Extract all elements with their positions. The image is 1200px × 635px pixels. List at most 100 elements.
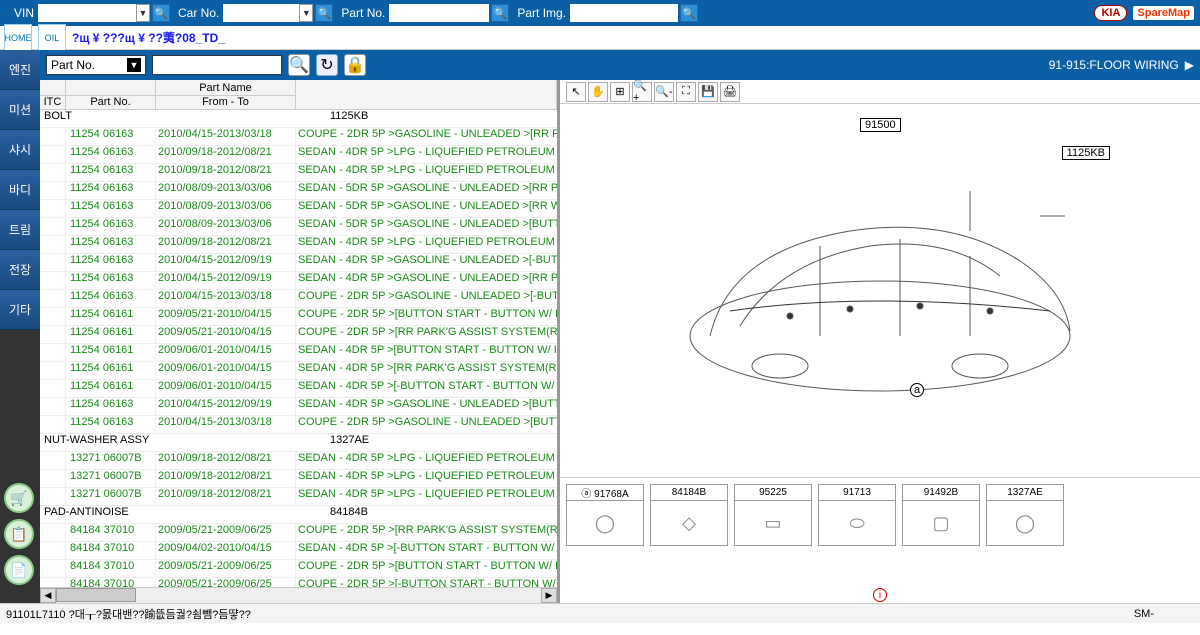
home-icon[interactable]: HOME — [4, 24, 32, 52]
table-body[interactable]: BOLT1125KB11254 061632010/04/15-2013/03/… — [40, 110, 557, 587]
table-row[interactable]: 84184 370102009/05/21-2009/06/25COUPE - … — [40, 560, 557, 578]
cart-icon[interactable]: 🛒 — [4, 483, 34, 513]
thumbnail[interactable]: 1327AE◯ — [986, 484, 1064, 546]
oil-icon[interactable]: OIL — [38, 24, 66, 52]
table-row[interactable]: 84184 370102009/05/21-2009/06/25COUPE - … — [40, 578, 557, 587]
table-row[interactable]: 11254 061632010/08/09-2013/03/06SEDAN - … — [40, 200, 557, 218]
sidebar-tab[interactable]: 바디 — [0, 170, 40, 210]
sidebar-tab[interactable]: 샤시 — [0, 130, 40, 170]
scroll-right-icon[interactable]: ▶ — [541, 588, 557, 603]
table-row[interactable]: 84184 370102009/05/21-2009/06/25COUPE - … — [40, 524, 557, 542]
thumbnail[interactable]: 91713⬭ — [818, 484, 896, 546]
vin-label: VIN — [14, 6, 34, 20]
vin-input[interactable] — [38, 4, 136, 22]
sidebar-tab[interactable]: 전장 — [0, 250, 40, 290]
zoom-area-icon[interactable]: ⊞ — [610, 82, 630, 102]
vin-dropdown-icon[interactable]: ▼ — [136, 4, 150, 22]
table-row[interactable]: 11254 061612009/05/21-2010/04/15COUPE - … — [40, 326, 557, 344]
carno-dropdown-icon[interactable]: ▼ — [299, 4, 313, 22]
status-bar: 91101L7110 ?대┰?몴대밴??踰뜺듬궗?쇰뺌?듬떃?? SM- — [0, 603, 1200, 623]
thumbnail[interactable]: 95225▭ — [734, 484, 812, 546]
table-group-row[interactable]: PAD-ANTINOISE84184B — [40, 506, 557, 524]
table-row[interactable]: 11254 061632010/09/18-2012/08/21SEDAN - … — [40, 146, 557, 164]
status-text: 91101L7110 ?대┰?몴대밴??踰뜺듬궗?쇰뺌?듬떃?? — [6, 606, 251, 622]
callout-a: a — [910, 383, 924, 397]
top-search-bar: VIN ▼ 🔍 Car No. ▼ 🔍 Part No. 🔍 Part Img.… — [0, 0, 1200, 26]
table-row[interactable]: 11254 061632010/09/18-2012/08/21SEDAN - … — [40, 164, 557, 182]
carno-label: Car No. — [178, 6, 219, 20]
partno-dropdown-label: Part No. — [51, 58, 95, 72]
breadcrumb-text: ?щ ¥ ???щ ¥ ??荑?08_TD_ — [72, 29, 225, 46]
table-row[interactable]: 11254 061632010/08/09-2013/03/06SEDAN - … — [40, 182, 557, 200]
carno-search-icon[interactable]: 🔍 — [315, 4, 333, 22]
partimg-label: Part Img. — [517, 6, 566, 20]
table-row[interactable]: 11254 061632010/04/15-2013/03/18COUPE - … — [40, 128, 557, 146]
table-row[interactable]: 11254 061632010/04/15-2013/03/18COUPE - … — [40, 416, 557, 434]
table-group-row[interactable]: BOLT1125KB — [40, 110, 557, 128]
sparemap-logo: SpareMap — [1133, 6, 1194, 20]
table-header: ITC Part No. Part NameFrom - To — [40, 80, 557, 110]
sidebar-tab[interactable]: 엔진 — [0, 50, 40, 90]
parts-search-input[interactable] — [152, 55, 282, 75]
vin-search-icon[interactable]: 🔍 — [152, 4, 170, 22]
refresh-button[interactable]: ↻ — [316, 54, 338, 76]
car-illustration — [670, 161, 1090, 421]
thumbnail[interactable]: ⓐ 91768A◯ — [566, 484, 644, 546]
table-row[interactable]: 11254 061632010/04/15-2012/09/19SEDAN - … — [40, 272, 557, 290]
partno-dropdown[interactable]: Part No. ▼ — [46, 55, 146, 75]
table-row[interactable]: 13271 06007B2010/09/18-2012/08/21SEDAN -… — [40, 470, 557, 488]
partno-input[interactable] — [389, 4, 489, 22]
table-row[interactable]: 11254 061632010/04/15-2013/03/18COUPE - … — [40, 290, 557, 308]
parts-toolbar: Part No. ▼ 🔍 ↻ 🔒 91-915:FLOOR WIRING ▶ — [40, 50, 1200, 80]
next-icon[interactable]: ▶ — [1185, 58, 1194, 72]
info-icon[interactable]: i — [873, 588, 887, 602]
list-icon[interactable]: 📋 — [4, 519, 34, 549]
table-row[interactable]: 11254 061632010/08/09-2013/03/06SEDAN - … — [40, 218, 557, 236]
zoom-out-icon[interactable]: 🔍- — [654, 82, 674, 102]
callout-91500: 91500 — [860, 118, 901, 132]
diagram-title: 91-915:FLOOR WIRING — [1049, 58, 1179, 72]
table-row[interactable]: 11254 061612009/06/01-2010/04/15SEDAN - … — [40, 344, 557, 362]
table-group-row[interactable]: NUT-WASHER ASSY1327AE — [40, 434, 557, 452]
print-icon[interactable]: 🖨 — [720, 82, 740, 102]
search-button[interactable]: 🔍 — [288, 54, 310, 76]
table-row[interactable]: 11254 061632010/04/15-2012/09/19SEDAN - … — [40, 398, 557, 416]
wiring-diagram[interactable]: 91500 1125KB a — [560, 104, 1200, 477]
table-row[interactable]: 11254 061632010/09/18-2012/08/21SEDAN - … — [40, 236, 557, 254]
thumbnail[interactable]: 84184B◇ — [650, 484, 728, 546]
fit-icon[interactable]: ⛶ — [676, 82, 696, 102]
sidebar-tab[interactable]: 기타 — [0, 290, 40, 330]
kia-logo: KIA — [1094, 5, 1127, 21]
table-row[interactable]: 84184 370102009/04/02-2010/04/15SEDAN - … — [40, 542, 557, 560]
sidebar-tab[interactable]: 미션 — [0, 90, 40, 130]
col-partname: Part Name — [156, 81, 295, 96]
doc-icon[interactable]: 📄 — [4, 555, 34, 585]
table-row[interactable]: 11254 061612009/06/01-2010/04/15SEDAN - … — [40, 380, 557, 398]
thumbnail[interactable]: 91492B▢ — [902, 484, 980, 546]
table-row[interactable]: 11254 061612009/05/21-2010/04/15COUPE - … — [40, 308, 557, 326]
col-fromto: From - To — [202, 96, 249, 108]
table-row[interactable]: 11254 061632010/04/15-2012/09/19SEDAN - … — [40, 254, 557, 272]
partimg-search-icon[interactable]: 🔍 — [680, 4, 698, 22]
carno-input[interactable] — [223, 4, 299, 22]
partno-label: Part No. — [341, 6, 385, 20]
save-icon[interactable]: 💾 — [698, 82, 718, 102]
table-row[interactable]: 13271 06007B2010/09/18-2012/08/21SEDAN -… — [40, 488, 557, 506]
horizontal-scrollbar[interactable]: ◀ ▶ — [40, 587, 557, 603]
zoom-in-icon[interactable]: 🔍+ — [632, 82, 652, 102]
image-toolbar: ↖ ✋ ⊞ 🔍+ 🔍- ⛶ 💾 🖨 — [560, 80, 1200, 104]
partimg-input[interactable] — [570, 4, 678, 22]
table-row[interactable]: 13271 06007B2010/09/18-2012/08/21SEDAN -… — [40, 452, 557, 470]
partno-search-icon[interactable]: 🔍 — [491, 4, 509, 22]
part-thumbnails: ⓐ 91768A◯84184B◇95225▭91713⬭91492B▢1327A… — [560, 477, 1200, 587]
pointer-icon[interactable]: ↖ — [566, 82, 586, 102]
lock-button[interactable]: 🔒 — [344, 54, 366, 76]
breadcrumb: HOME OIL ?щ ¥ ???щ ¥ ??荑?08_TD_ — [0, 26, 1200, 50]
callout-1125kb: 1125KB — [1062, 146, 1110, 160]
col-partno: Part No. — [90, 96, 130, 108]
scroll-thumb[interactable] — [56, 588, 136, 602]
sidebar-tab[interactable]: 트림 — [0, 210, 40, 250]
hand-icon[interactable]: ✋ — [588, 82, 608, 102]
table-row[interactable]: 11254 061612009/06/01-2010/04/15SEDAN - … — [40, 362, 557, 380]
scroll-left-icon[interactable]: ◀ — [40, 588, 56, 603]
